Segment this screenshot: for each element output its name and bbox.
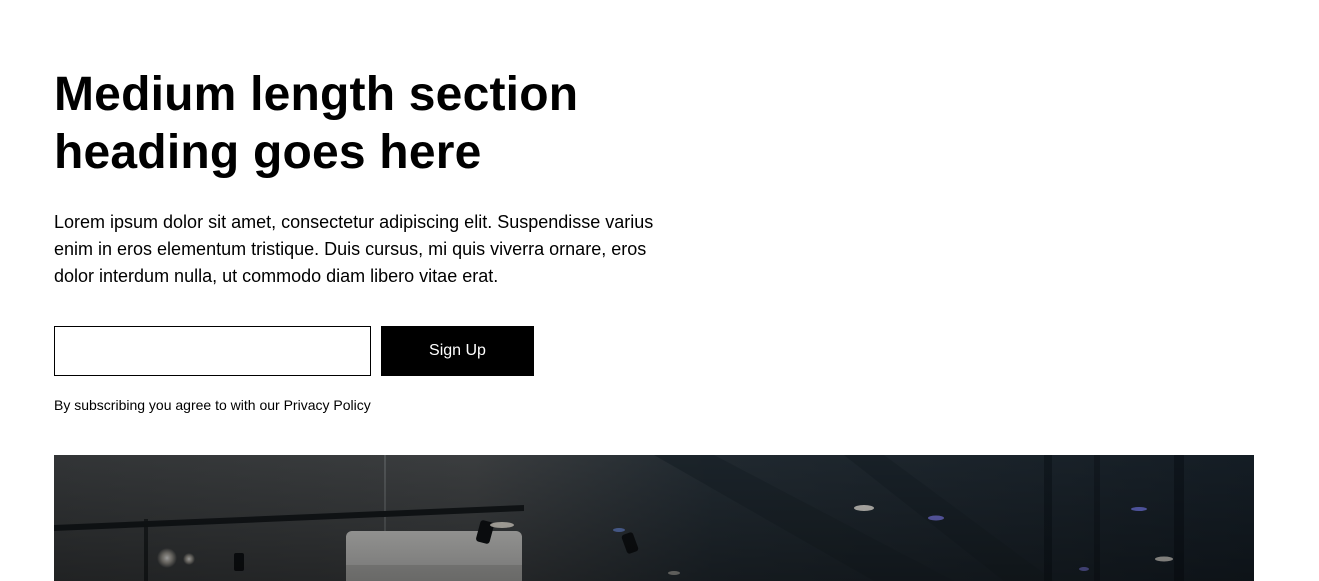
email-input[interactable] [54, 326, 371, 376]
privacy-notice-text: By subscribing you agree to with our [54, 397, 284, 413]
privacy-policy-link[interactable]: Privacy Policy [284, 397, 371, 413]
signup-section: Medium length section heading goes here … [54, 66, 674, 414]
signup-form: Sign Up [54, 326, 674, 376]
section-body-text: Lorem ipsum dolor sit amet, consectetur … [54, 212, 654, 286]
hero-image [54, 455, 1254, 581]
section-heading: Medium length section heading goes here [54, 68, 579, 179]
privacy-notice: By subscribing you agree to with our Pri… [54, 396, 674, 414]
sign-up-button[interactable]: Sign Up [381, 326, 534, 376]
office-photo-illustration [54, 455, 1254, 581]
